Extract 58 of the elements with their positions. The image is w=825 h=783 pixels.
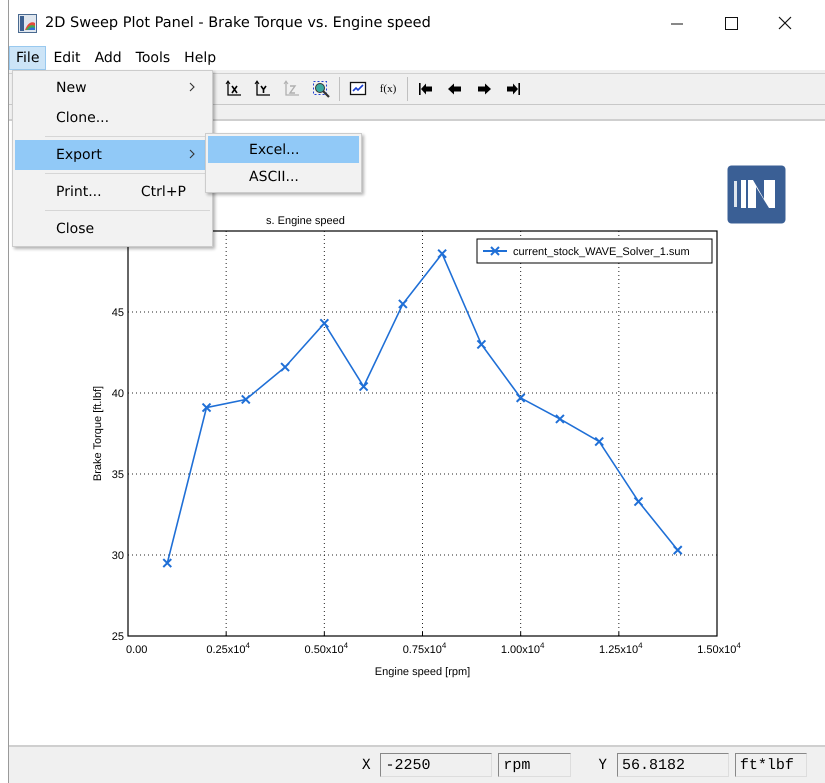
- data-point: [476, 339, 486, 350]
- chart-title: s. Engine speed: [266, 215, 345, 227]
- data-point: [202, 402, 212, 413]
- menu-item[interactable]: Tools: [128, 46, 178, 70]
- y-axis-label: Brake Torque [ft.lbf]: [92, 386, 104, 482]
- unit-field[interactable]: rpm: [498, 753, 570, 777]
- tick-label: 1.25x10$^{4}$: [599, 641, 643, 656]
- x-axis-label: Engine speed [rpm]: [374, 666, 470, 678]
- tick-mark: [716, 632, 718, 636]
- legend-marker: [483, 246, 507, 256]
- tick-label: 40: [112, 388, 124, 400]
- data-point: [319, 318, 330, 328]
- tick-label: 25: [112, 631, 124, 643]
- tick-label: 0.00: [126, 644, 148, 656]
- tick-label: 0.75x10$^{4}$: [402, 641, 446, 656]
- tick-label: 35: [112, 469, 124, 481]
- tick-mark: [618, 632, 620, 636]
- app-icon: [18, 14, 37, 32]
- menu-item[interactable]: Edit: [46, 46, 88, 70]
- data-point: [554, 414, 565, 424]
- tick-label: 0.25x10$^{4}$: [206, 641, 250, 656]
- menu-item[interactable]: File: [9, 46, 46, 70]
- data-point: [162, 558, 172, 568]
- data-point: [240, 394, 251, 404]
- tick-label: 1.50x10$^{4}$: [697, 641, 741, 656]
- data-point: [672, 545, 683, 556]
- legend-label: current_stock_WAVE_Solver_1.sum: [513, 246, 690, 258]
- value-field[interactable]: 56.8182: [616, 753, 729, 777]
- coordinate-label: X: [362, 757, 370, 773]
- tick-label: 1.00x10$^{4}$: [500, 641, 544, 656]
- menu-item[interactable]: Help: [177, 46, 224, 70]
- window-title: 2D Sweep Plot Panel - Brake Torque vs. Engine speed: [45, 15, 432, 31]
- menu-item[interactable]: Add: [88, 46, 129, 70]
- value-field[interactable]: -2250: [380, 753, 492, 777]
- function-button[interactable]: f(x): [376, 78, 400, 100]
- menu-item[interactable]: Close: [15, 214, 210, 244]
- data-point: [516, 392, 526, 403]
- data-point: [633, 496, 644, 507]
- menu-item[interactable]: ASCII...: [208, 163, 359, 190]
- logo-icon: [727, 165, 786, 224]
- data-point: [358, 382, 369, 392]
- tick-label: 0.50x10$^{4}$: [304, 641, 348, 656]
- data-point: [594, 436, 604, 447]
- unit-field[interactable]: ft*lbf: [734, 753, 807, 777]
- data-point: [398, 298, 408, 309]
- menu-item[interactable]: New: [15, 73, 210, 103]
- tick-label: 45: [112, 307, 124, 319]
- tick-mark: [226, 632, 227, 636]
- data-point: [437, 248, 448, 259]
- tick-mark: [422, 632, 423, 636]
- data-point: [280, 362, 290, 372]
- tick-label: 30: [112, 550, 124, 562]
- menu-item[interactable]: Excel...: [208, 136, 359, 163]
- coordinate-label: Y: [598, 757, 607, 773]
- tick-mark: [520, 632, 522, 636]
- tick-mark: [324, 632, 325, 636]
- zoom-icon[interactable]: [311, 79, 331, 99]
- menu-item[interactable]: Clone...: [15, 103, 210, 133]
